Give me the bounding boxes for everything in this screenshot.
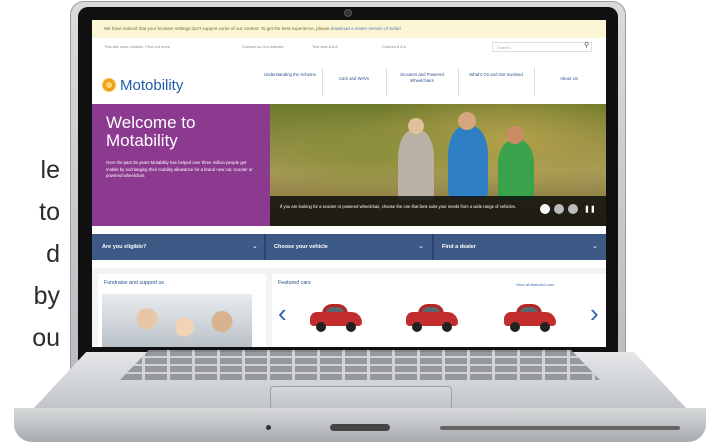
featured-cars-title: Featured cars — [278, 280, 311, 286]
bar-divider — [432, 234, 434, 260]
hero-title: Welcome to Motability — [106, 113, 196, 150]
disc-slot — [440, 426, 680, 430]
brand-name[interactable]: Motobility — [120, 77, 183, 94]
browser-notice: We have noticed that your browser settin… — [92, 20, 606, 38]
hero-banner: Welcome to Motability Over the past 35 y… — [92, 104, 606, 226]
logo-icon[interactable] — [102, 78, 116, 92]
side-text-line: ou — [32, 324, 60, 352]
chevron-down-icon[interactable]: ⌄ — [592, 234, 598, 260]
main-nav: Understanding the Scheme Cars and WAVs S… — [262, 66, 606, 100]
nav-divider — [458, 68, 459, 96]
view-all-link[interactable]: View all featured cars — [516, 282, 554, 287]
side-text: le to d by ou — [0, 158, 60, 368]
cookie-text[interactable]: This site uses cookies. Find out more — [104, 44, 170, 49]
chevron-down-icon[interactable]: ⌄ — [252, 234, 258, 260]
keyboard-rows — [120, 350, 600, 380]
pause-icon[interactable]: ❚❚ — [584, 205, 596, 213]
notice-text: We have noticed that your browser settin… — [104, 26, 330, 31]
nav-item-understanding[interactable]: Understanding the Scheme — [262, 72, 318, 78]
person-head — [408, 118, 424, 134]
dealer-dropdown[interactable]: Find a dealer — [442, 234, 476, 260]
nav-item-whats-on[interactable]: What's On and Get Involved — [464, 72, 528, 78]
quick-links-bar: Are you eligible? ⌄ Choose your vehicle … — [92, 234, 606, 260]
arrow-right-icon[interactable]: › — [590, 300, 599, 326]
eligibility-dropdown[interactable]: Are you eligible? — [102, 234, 146, 260]
contact-links[interactable]: Contact us Our website — [242, 44, 284, 49]
fundraise-card[interactable]: Fundraise and support us — [98, 274, 266, 347]
nav-divider — [386, 68, 387, 96]
hero-photo: If you are looking for a scooter or powe… — [270, 104, 606, 226]
fundraise-title[interactable]: Fundraise and support us — [104, 280, 164, 286]
person-head — [458, 112, 476, 130]
camera-icon — [345, 10, 351, 16]
car-thumbnail[interactable] — [310, 304, 362, 332]
vehicle-dropdown[interactable]: Choose your vehicle — [274, 234, 328, 260]
nav-item-cars[interactable]: Cars and WAVs — [328, 76, 380, 82]
content-area: Fundraise and support us Featured cars V… — [92, 268, 606, 347]
notice-link[interactable]: download a newer version of Safari — [331, 26, 401, 31]
chevron-down-icon[interactable]: ⌄ — [418, 234, 424, 260]
caption-text: If you are looking for a scooter or powe… — [280, 204, 517, 209]
person-head — [506, 126, 524, 144]
slide-dot[interactable] — [540, 204, 550, 214]
trackpad — [270, 386, 452, 410]
search-icon[interactable]: ⚲ — [584, 41, 589, 49]
family-photo — [102, 294, 252, 347]
colour-control[interactable]: Colours A A A — [382, 44, 406, 49]
slide-dot[interactable] — [568, 204, 578, 214]
hero-body: Over the past 35 years Motability has he… — [106, 160, 253, 179]
laptop-screen: We have noticed that your browser settin… — [92, 20, 606, 347]
hero-caption: If you are looking for a scooter or powe… — [270, 196, 606, 226]
nav-item-scooters[interactable]: Scooters and Powered Wheelchairs — [392, 72, 452, 84]
side-text-line: d — [46, 240, 60, 268]
featured-cars-card: Featured cars View all featured cars ‹ › — [272, 274, 606, 347]
side-text-line: le — [40, 158, 60, 184]
nav-item-about[interactable]: About Us — [544, 76, 594, 82]
latch — [330, 424, 390, 431]
nav-divider — [534, 68, 535, 96]
car-thumbnail[interactable] — [406, 304, 458, 332]
side-text-line: by — [33, 282, 60, 310]
bar-divider — [264, 234, 266, 260]
search-input[interactable]: Search... — [492, 42, 592, 52]
nav-divider — [322, 68, 323, 96]
slide-dot[interactable] — [554, 204, 564, 214]
car-thumbnail[interactable] — [504, 304, 556, 332]
hero-text-panel: Welcome to Motability Over the past 35 y… — [92, 104, 270, 226]
person-figure — [498, 140, 534, 200]
arrow-left-icon[interactable]: ‹ — [278, 300, 287, 326]
person-figure — [448, 126, 488, 198]
person-figure — [398, 130, 434, 200]
text-size-control[interactable]: Text size A A A — [312, 44, 338, 49]
power-led-icon — [266, 425, 271, 430]
side-text-line: to — [39, 198, 60, 226]
